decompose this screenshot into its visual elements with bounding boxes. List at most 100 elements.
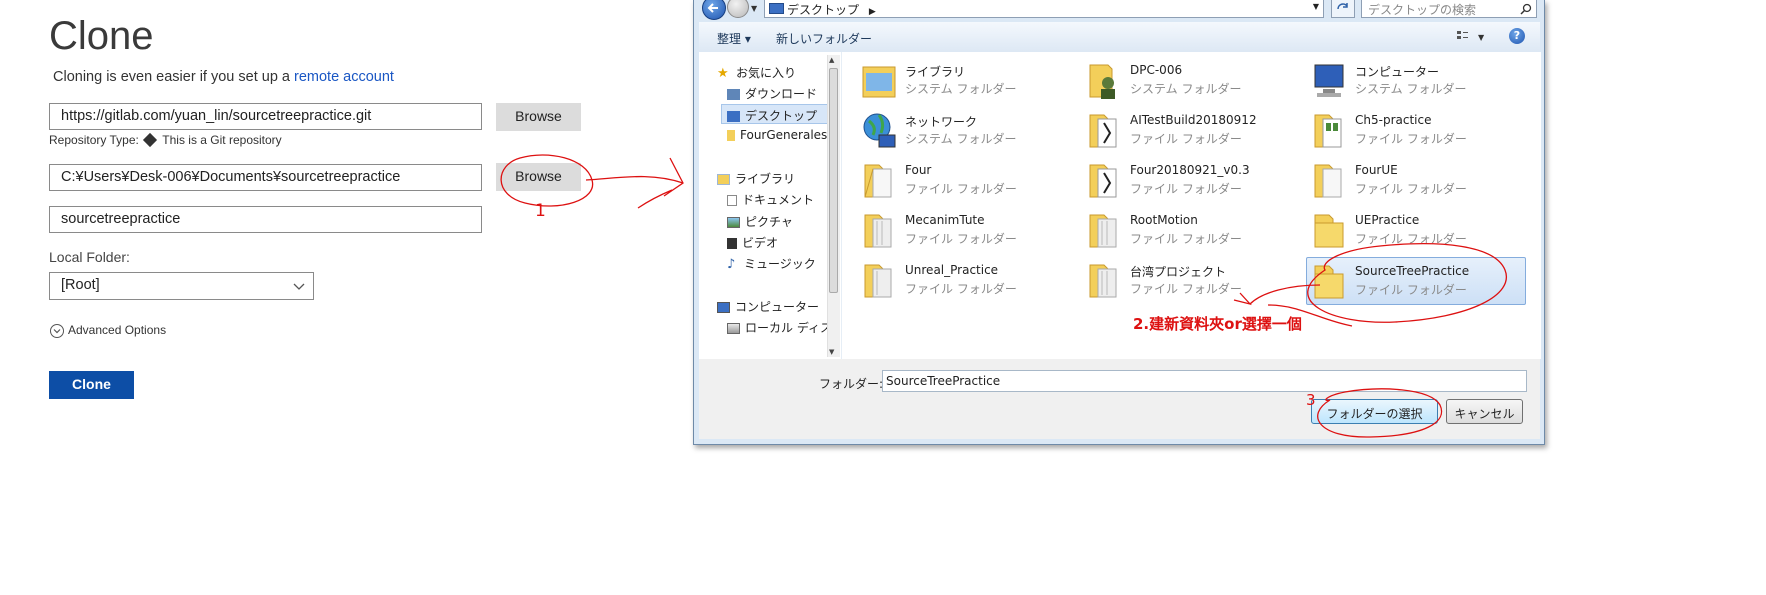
nav-scrollbar-thumb[interactable] [829,68,838,293]
view-options-button[interactable]: ▼ [1454,28,1488,46]
folder-item[interactable]: DPC-006 システム フォルダー [1082,57,1297,105]
history-dropdown-icon[interactable]: ▼ [751,4,757,13]
folder-icon [727,130,735,141]
destination-path-input[interactable]: C:¥Users¥Desk-006¥Documents¥sourcetreepr… [49,164,482,191]
scroll-down-icon[interactable]: ▼ [829,348,834,356]
folder-item[interactable]: コンピューター システム フォルダー [1307,57,1522,105]
search-icon [1520,3,1532,15]
user-folder-icon [1089,64,1115,99]
folder-item-selected[interactable]: SourceTreePractice ファイル フォルダー [1306,257,1526,305]
local-folder-select[interactable]: [Root] [49,272,314,300]
scroll-up-icon[interactable]: ▲ [829,56,834,64]
star-icon: ★ [717,66,729,81]
advanced-options-toggle[interactable]: Advanced Options [50,323,166,338]
back-button[interactable] [702,0,726,20]
folder-icon [864,264,892,298]
cancel-button[interactable]: キャンセル [1446,399,1523,424]
nav-music[interactable]: ♪ ミュージック [727,255,816,272]
new-folder-button[interactable]: 新しいフォルダー [776,30,872,47]
address-dropdown-icon[interactable]: ▼ [1313,2,1319,11]
desktop-icon [727,111,740,122]
breadcrumb-arrow-icon: ▶ [868,7,876,17]
nav-local-disk[interactable]: ローカル ディス [727,319,832,336]
downloads-folder-icon [727,89,740,100]
nav-fourgenerales[interactable]: FourGenerales [727,128,827,142]
nav-downloads[interactable]: ダウンロード [727,85,817,102]
select-folder-button[interactable]: フォルダーの選択 [1311,399,1438,424]
address-bar[interactable]: デスクトップ ▶ ▼ [764,0,1324,18]
folder-item[interactable]: Ch5-practice ファイル フォルダー [1307,107,1522,155]
back-arrow-icon [707,3,718,13]
folder-icon [1314,164,1342,198]
disk-icon [727,323,740,334]
folder-icon [864,164,892,198]
library-icon [717,174,730,185]
chevron-down-icon [293,283,305,290]
forward-button[interactable] [727,0,749,18]
video-icon [727,238,737,249]
nav-computer[interactable]: コンピューター [717,298,819,315]
remote-account-link[interactable]: remote account [294,69,394,85]
picture-icon [727,217,740,228]
folder-item[interactable]: UEPractice ファイル フォルダー [1307,207,1522,255]
browse-destination-button[interactable]: Browse [496,163,581,191]
folder-icon [1089,214,1117,248]
computer-icon [717,302,730,313]
dialog-footer: フォルダー: SourceTreePractice フォルダーの選択 キャンセル [699,359,1540,439]
annotation-arrow-browse [585,157,684,209]
folder-item[interactable]: Four20180921_v0.3 ファイル フォルダー [1082,157,1297,205]
folder-item[interactable]: ネットワーク システム フォルダー [857,107,1072,155]
git-diamond-icon [143,132,158,148]
folder-label: フォルダー: [819,377,884,391]
folder-icon [1089,164,1117,198]
library-folder-icon [862,66,896,98]
svg-text:▼: ▼ [1478,33,1485,42]
browse-source-button[interactable]: Browse [496,103,581,131]
music-icon: ♪ [727,257,736,272]
folder-item[interactable]: AITestBuild20180912 ファイル フォルダー [1082,107,1297,155]
clone-button[interactable]: Clone [49,371,134,399]
desktop-icon [769,3,784,14]
search-input[interactable]: デスクトップの検索 [1361,0,1537,18]
folder-item[interactable]: RootMotion ファイル フォルダー [1082,207,1297,255]
organize-button[interactable]: 整理 ▾ [717,30,751,47]
source-url-input[interactable]: https://gitlab.com/yuan_lin/sourcetreepr… [49,103,482,130]
nav-pictures[interactable]: ピクチャ [727,213,793,230]
folder-item[interactable]: ライブラリ システム フォルダー [857,57,1072,105]
nav-favorites[interactable]: ★ お気に入り [717,64,796,81]
nav-libraries[interactable]: ライブラリ [717,170,795,187]
folder-name-input[interactable]: SourceTreePractice [882,370,1527,392]
nav-videos[interactable]: ビデオ [727,234,778,251]
repo-type-value: This is a Git repository [162,133,282,147]
dialog-toolbar: 整理 ▾ 新しいフォルダー ▼ ? [699,22,1540,53]
annotation-step3: 3 [1306,391,1316,409]
subtitle-text: Cloning is even easier if you set up a [53,69,294,85]
folder-icon [1314,265,1344,299]
repository-type: Repository Type: This is a Git repositor… [49,132,282,148]
nav-documents[interactable]: ドキュメント [727,191,814,208]
refresh-button[interactable] [1331,0,1355,18]
folder-item[interactable]: FourUE ファイル フォルダー [1307,157,1522,205]
folder-item[interactable]: Four ファイル フォルダー [857,157,1072,205]
network-globe-icon [863,113,896,148]
computer-icon [1314,64,1344,97]
folder-item[interactable]: Unreal_Practice ファイル フォルダー [857,257,1072,305]
navigation-pane: ★ お気に入り ダウンロード デスクトップ FourGenerales ライブラリ… [699,52,841,359]
annotation-step2: 2.建新資料夾or選擇一個 [1133,315,1302,333]
folder-select-dialog: ▼ デスクトップ ▶ ▼ デスクトップの検索 整理 ▾ 新しいフォルダー ▼ ?… [693,0,1545,445]
local-folder-label: Local Folder: [49,249,130,265]
local-folder-value: [Root] [61,277,100,293]
folder-icon [1314,114,1342,148]
folder-item[interactable]: 台湾プロジェクト ファイル フォルダー [1082,257,1297,305]
folder-icon [1089,264,1117,298]
view-list-icon: ▼ [1457,31,1485,42]
annotation-step1: 1 [535,201,546,221]
document-icon [727,195,737,206]
folder-item[interactable]: MecanimTute ファイル フォルダー [857,207,1072,255]
name-input[interactable]: sourcetreepractice [49,206,482,233]
nav-desktop[interactable]: デスクトップ [727,107,817,124]
folder-icon [1314,214,1344,248]
help-icon[interactable]: ? [1509,28,1525,44]
repo-type-label: Repository Type: [49,133,139,147]
address-text: デスクトップ [787,3,860,17]
